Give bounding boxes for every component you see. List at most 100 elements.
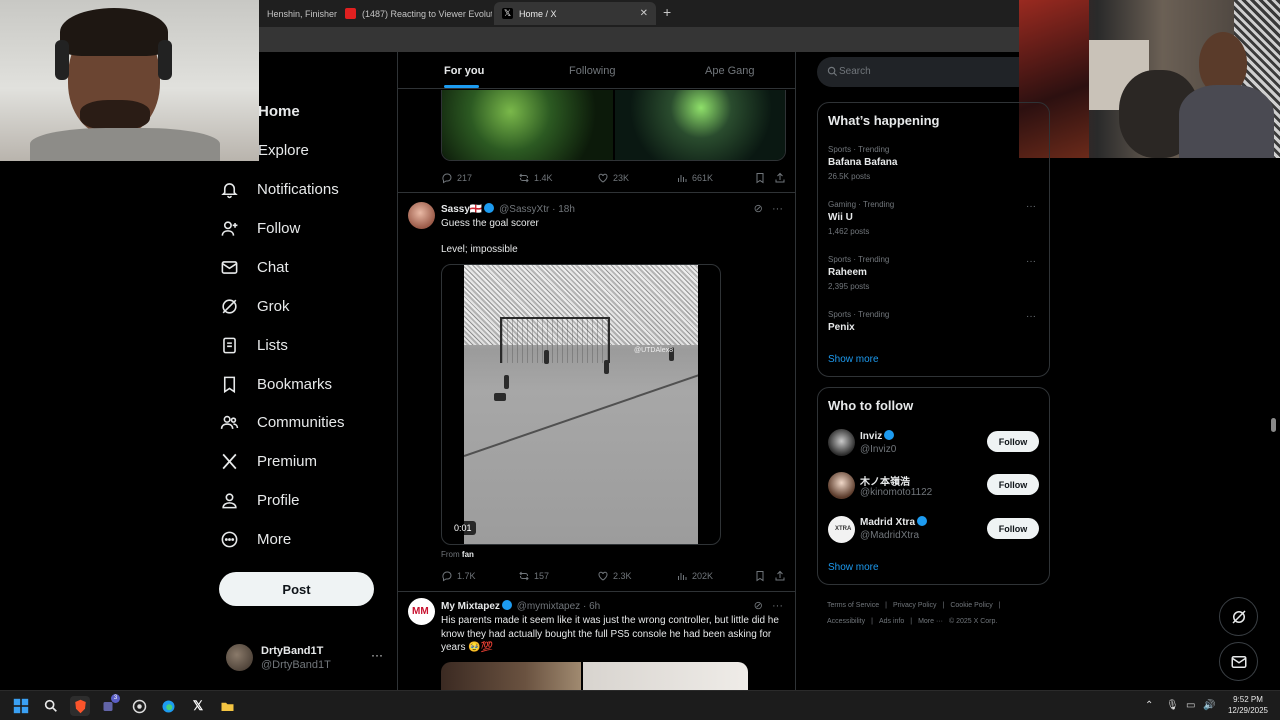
system-clock[interactable]: 9:52 PM 12/29/2025 bbox=[1222, 694, 1274, 716]
more-icon[interactable]: ··· bbox=[772, 600, 783, 612]
more-icon[interactable]: ··· bbox=[1026, 201, 1036, 212]
tweet-time[interactable]: 18h bbox=[558, 204, 575, 215]
sidebar-item-communities[interactable]: Communities bbox=[218, 404, 345, 440]
brave-browser-icon[interactable] bbox=[70, 696, 90, 716]
sidebar-item-grok[interactable]: Grok bbox=[218, 288, 290, 324]
search-icon[interactable] bbox=[41, 696, 61, 716]
repost-button[interactable]: 157 bbox=[518, 570, 549, 582]
avatar[interactable] bbox=[828, 429, 855, 456]
follow-button[interactable]: Follow bbox=[987, 431, 1039, 452]
like-button[interactable]: 2.3K bbox=[597, 570, 632, 582]
sidebar-item-home[interactable]: Home bbox=[258, 93, 300, 129]
plus-icon[interactable]: + bbox=[663, 4, 671, 20]
scrollbar[interactable] bbox=[1271, 418, 1276, 432]
footer-link[interactable]: Accessibility bbox=[827, 618, 865, 625]
bookmark-button[interactable] bbox=[754, 172, 770, 184]
footer-link[interactable]: Privacy Policy bbox=[893, 602, 937, 609]
more-icon[interactable]: ··· bbox=[371, 648, 383, 662]
sidebar-item-follow[interactable]: Follow bbox=[218, 210, 300, 246]
trend-category: Sports · Trending bbox=[828, 255, 890, 264]
sidebar-item-notifications[interactable]: Notifications bbox=[218, 171, 339, 207]
repost-button[interactable]: 1.4K bbox=[518, 172, 553, 184]
post-button[interactable]: Post bbox=[219, 572, 374, 606]
grok-fab-button[interactable] bbox=[1219, 597, 1258, 636]
tweet-author-name[interactable]: Sassy🏴󠁧󠁢󠁥󠁮󠁧󠁿 bbox=[441, 204, 482, 215]
tweet-time[interactable]: 6h bbox=[589, 601, 600, 612]
tweet-media[interactable] bbox=[441, 662, 748, 690]
reply-button[interactable]: 217 bbox=[441, 172, 472, 184]
reply-button[interactable]: 1.7K bbox=[441, 570, 476, 582]
file-explorer-icon[interactable] bbox=[217, 696, 237, 716]
trend-name[interactable]: Penix bbox=[828, 322, 855, 333]
tweet-author-name[interactable]: My Mixtapez bbox=[441, 601, 500, 612]
tweet-author-handle[interactable]: @mymixtapez bbox=[517, 601, 581, 612]
sidebar-item-more[interactable]: More bbox=[218, 521, 291, 557]
share-button[interactable] bbox=[774, 570, 790, 582]
like-button[interactable]: 23K bbox=[597, 172, 629, 184]
avatar[interactable]: MM bbox=[408, 598, 435, 625]
footer-link[interactable]: Terms of Service bbox=[827, 602, 879, 609]
share-button[interactable] bbox=[774, 172, 790, 184]
show-more-link[interactable]: Show more bbox=[828, 562, 879, 573]
sidebar-item-chat[interactable]: Chat bbox=[218, 249, 289, 285]
sidebar-item-label: Lists bbox=[257, 336, 288, 354]
user-name[interactable]: Inviz bbox=[860, 430, 896, 442]
sidebar-item-lists[interactable]: Lists bbox=[218, 327, 288, 363]
avatar[interactable] bbox=[408, 202, 435, 229]
source-name[interactable]: fan bbox=[462, 550, 474, 559]
sidebar-item-bookmarks[interactable]: Bookmarks bbox=[218, 366, 332, 402]
sidebar-item-explore[interactable]: Explore bbox=[258, 132, 309, 168]
bookmark-button[interactable] bbox=[754, 570, 770, 582]
footer-link[interactable]: Ads info bbox=[879, 618, 904, 625]
x-app-icon[interactable]: 𝕏 bbox=[188, 696, 208, 716]
more-icon[interactable]: ··· bbox=[772, 203, 783, 215]
more-icon[interactable]: ··· bbox=[1026, 256, 1036, 267]
browser-tab-active[interactable]: 𝕏 Home / X ✕ bbox=[494, 2, 656, 25]
follow-button[interactable]: Follow bbox=[987, 474, 1039, 495]
windows-start-icon[interactable] bbox=[11, 696, 31, 716]
repost-count: 1.4K bbox=[534, 173, 553, 183]
avatar[interactable] bbox=[828, 472, 855, 499]
sidebar-item-premium[interactable]: Premium bbox=[218, 443, 317, 479]
follow-button[interactable]: Follow bbox=[987, 518, 1039, 539]
reply-count: 217 bbox=[457, 173, 473, 183]
search-input[interactable]: Search bbox=[817, 57, 1019, 87]
tweet-video[interactable]: @UTDAlex8 0:01 bbox=[441, 264, 721, 545]
volume-icon[interactable]: 🔊 bbox=[1203, 700, 1215, 711]
who-to-follow-panel: Who to follow Inviz @Inviz0 Follow 木ノ本嶺浩… bbox=[817, 387, 1050, 585]
bookmark-icon bbox=[218, 373, 240, 395]
trend-name[interactable]: Bafana Bafana bbox=[828, 157, 897, 168]
close-icon[interactable]: ✕ bbox=[640, 8, 648, 19]
views-button[interactable]: 661K bbox=[676, 172, 713, 184]
tab-ape-gang[interactable]: Ape Gang bbox=[705, 65, 755, 77]
chevron-up-icon[interactable]: ⌃ bbox=[1145, 700, 1153, 711]
tweet-media[interactable] bbox=[441, 90, 786, 161]
network-icon[interactable]: ▭ bbox=[1186, 700, 1195, 711]
microphone-icon[interactable]: 🎙 bbox=[1166, 700, 1179, 711]
tweet-author-handle[interactable]: @SassyXtr bbox=[499, 204, 549, 215]
bookmark-icon bbox=[756, 571, 764, 582]
user-name[interactable]: Madrid Xtra bbox=[860, 516, 929, 528]
teams-icon[interactable]: 3 bbox=[99, 694, 120, 716]
sidebar-item-profile[interactable]: Profile bbox=[218, 482, 300, 518]
messages-fab-button[interactable] bbox=[1219, 642, 1258, 681]
trend-name[interactable]: Raheem bbox=[828, 267, 867, 278]
avatar[interactable]: XTRA bbox=[828, 516, 855, 543]
footer-link[interactable]: More ··· bbox=[918, 618, 943, 625]
account-switcher[interactable]: DrtyBand1T @DrtyBand1T ··· bbox=[226, 643, 386, 675]
show-more-link[interactable]: Show more bbox=[828, 354, 879, 365]
grok-icon[interactable]: ⊘ bbox=[754, 600, 763, 612]
obs-icon[interactable] bbox=[129, 696, 149, 716]
bell-icon bbox=[218, 178, 240, 200]
tab-for-you[interactable]: For you bbox=[444, 65, 484, 77]
grok-icon bbox=[218, 295, 240, 317]
views-button[interactable]: 202K bbox=[676, 570, 713, 582]
more-icon[interactable]: ··· bbox=[1026, 311, 1036, 322]
tweet-text: Guess the goal scorer bbox=[441, 218, 539, 229]
trend-name[interactable]: Wii U bbox=[828, 212, 853, 223]
user-name[interactable]: 木ノ本嶺浩 bbox=[860, 473, 910, 488]
edge-icon[interactable] bbox=[158, 696, 178, 716]
grok-icon[interactable]: ⊘ bbox=[754, 203, 763, 215]
footer-link[interactable]: Cookie Policy bbox=[950, 602, 992, 609]
tab-following[interactable]: Following bbox=[569, 65, 615, 77]
